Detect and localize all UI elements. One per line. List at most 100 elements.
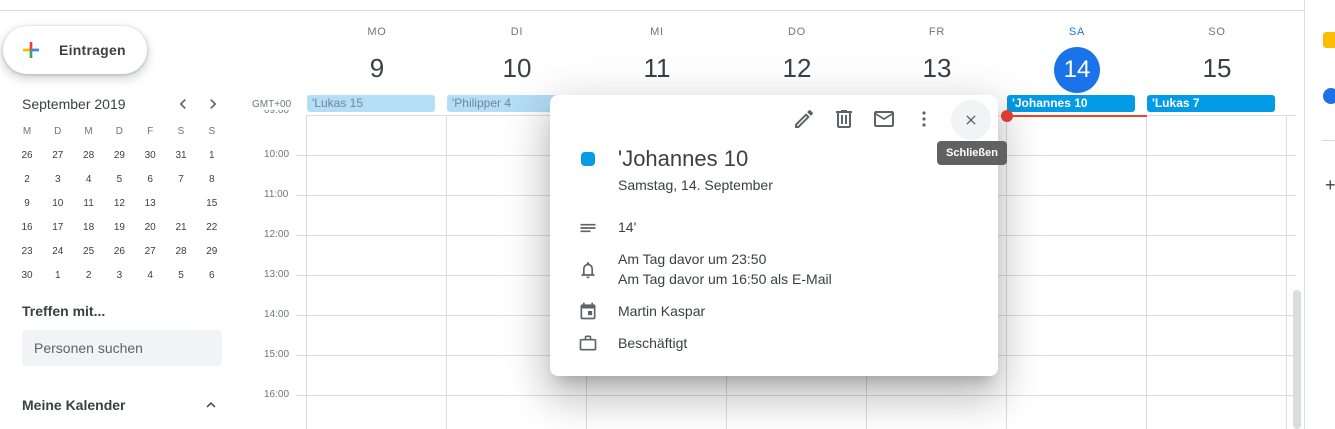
day-header-fr[interactable]: FR 13 (867, 26, 1007, 90)
mini-calendar-day[interactable]: 30 (135, 144, 165, 168)
mini-calendar-day[interactable]: 7 (166, 168, 196, 192)
email-envelope-icon[interactable] (872, 107, 896, 131)
edit-pencil-icon[interactable] (792, 107, 816, 131)
top-divider (0, 10, 1305, 11)
day-name: DO (787, 26, 807, 38)
availability-status: Beschäftigt (618, 335, 688, 351)
event-detail-card: 'Johannes 10 Samstag, 14. September 14' … (550, 95, 998, 376)
mini-calendar-day[interactable]: 11 (74, 192, 104, 216)
calendar-owner: Martin Kaspar (618, 303, 706, 319)
day-column-divider (1286, 115, 1287, 429)
day-header-sa[interactable]: SA 14 (1007, 26, 1147, 93)
day-number[interactable]: 10 (503, 53, 532, 83)
mini-calendar-day[interactable]: 16 (12, 216, 42, 240)
mini-calendar-day[interactable]: 21 (166, 216, 196, 240)
day-name: FR (928, 26, 946, 38)
hour-label: 14:00 (264, 309, 290, 320)
mini-calendar-day[interactable]: 5 (104, 168, 134, 192)
mini-calendar-day[interactable]: 2 (74, 264, 104, 288)
mini-calendar-day[interactable]: 3 (104, 264, 134, 288)
prev-month-icon[interactable] (173, 94, 193, 114)
hour-label: 12:00 (264, 229, 290, 240)
mini-calendar-day[interactable]: 19 (104, 216, 134, 240)
mini-calendar-day[interactable]: 25 (74, 240, 104, 264)
mini-calendar-day[interactable]: 6 (135, 168, 165, 192)
mini-calendar-day[interactable]: 20 (135, 216, 165, 240)
mini-calendar-day[interactable]: 17 (43, 216, 73, 240)
meet-with-title: Treffen mit... (22, 303, 106, 319)
chevron-up-icon[interactable] (202, 396, 220, 414)
mini-calendar-day[interactable]: 30 (12, 264, 42, 288)
day-number[interactable]: 13 (923, 53, 952, 83)
description-lines-icon (580, 223, 596, 233)
day-header-mo[interactable]: MO 9 (307, 26, 447, 90)
mini-calendar-day[interactable]: 24 (43, 240, 73, 264)
day-number[interactable]: 12 (783, 53, 812, 83)
mini-calendar-day[interactable]: 4 (74, 168, 104, 192)
day-number[interactable]: 14 (1054, 47, 1100, 93)
current-time-dot (1001, 110, 1013, 122)
mini-calendar-day[interactable]: 31 (166, 144, 196, 168)
day-header-di[interactable]: DI 10 (447, 26, 587, 90)
day-number[interactable]: 9 (370, 53, 384, 83)
mini-calendar-day[interactable]: 22 (197, 216, 227, 240)
mini-calendar-day[interactable]: 3 (43, 168, 73, 192)
hour-gridline (296, 395, 1296, 396)
day-number[interactable]: 11 (644, 53, 671, 83)
mini-calendar-day[interactable]: 5 (166, 264, 196, 288)
day-name: MO (367, 26, 387, 38)
delete-trash-icon[interactable] (832, 107, 856, 131)
reminder-2: Am Tag davor um 16:50 als E-Mail (618, 271, 832, 287)
close-tooltip: Schließen (937, 141, 1007, 165)
bell-icon (581, 262, 595, 279)
mini-calendar-weekday: F (147, 126, 154, 137)
allday-event-chip[interactable]: 'Johannes 10 (1007, 95, 1135, 112)
day-name: DI (510, 26, 524, 38)
mini-calendar-day[interactable]: 27 (43, 144, 73, 168)
mini-calendar-day[interactable]: 14 (166, 192, 196, 216)
mini-calendar-day[interactable]: 6 (197, 264, 227, 288)
mini-calendar-day[interactable]: 10 (43, 192, 73, 216)
more-options-icon[interactable] (912, 107, 936, 131)
day-header-mi[interactable]: MI 11 (587, 26, 727, 90)
mini-calendar-day[interactable]: 1 (197, 144, 227, 168)
mini-calendar-day[interactable]: 28 (166, 240, 196, 264)
close-button[interactable] (951, 100, 991, 140)
next-month-icon[interactable] (203, 94, 223, 114)
day-header-so[interactable]: SO 15 (1147, 26, 1287, 90)
mini-calendar-day[interactable]: 2 (12, 168, 42, 192)
add-addon-icon[interactable]: + (1325, 175, 1335, 196)
scrollbar[interactable] (1293, 290, 1301, 429)
allday-event-chip[interactable]: 'Lukas 7 (1147, 95, 1275, 112)
mini-calendar-day[interactable]: 9 (12, 192, 42, 216)
hour-label: 16:00 (264, 389, 290, 400)
mini-calendar-day[interactable]: 29 (197, 240, 227, 264)
day-name: SO (1208, 26, 1226, 38)
mini-calendar-day[interactable]: 18 (74, 216, 104, 240)
allday-event-chip[interactable]: 'Lukas 15 (307, 95, 435, 112)
mini-calendar-day[interactable]: 4 (135, 264, 165, 288)
tasks-icon[interactable] (1323, 88, 1335, 104)
keep-icon[interactable] (1323, 32, 1335, 48)
people-search-input[interactable] (22, 330, 222, 366)
mini-calendar-day[interactable]: 12 (104, 192, 134, 216)
mini-calendar-day[interactable]: 29 (104, 144, 134, 168)
mini-calendar-day[interactable]: 23 (12, 240, 42, 264)
briefcase-icon (579, 335, 597, 351)
event-date: Samstag, 14. September (618, 177, 773, 193)
mini-calendar-day[interactable]: 26 (104, 240, 134, 264)
mini-calendar-day[interactable]: 28 (74, 144, 104, 168)
create-event-button[interactable]: Eintragen (3, 26, 147, 74)
mini-calendar-day[interactable]: 15 (197, 192, 227, 216)
my-calendars-label[interactable]: Meine Kalender (22, 397, 125, 413)
mini-calendar-day[interactable]: 1 (43, 264, 73, 288)
mini-calendar-day[interactable]: 27 (135, 240, 165, 264)
mini-calendar-day[interactable]: 13 (135, 192, 165, 216)
day-number[interactable]: 15 (1203, 53, 1232, 83)
mini-calendar-day[interactable]: 26 (12, 144, 42, 168)
event-color-swatch (581, 152, 595, 166)
day-header-do[interactable]: DO 12 (727, 26, 867, 90)
plus-color-icon (23, 42, 39, 58)
mini-calendar-day[interactable]: 8 (197, 168, 227, 192)
mini-calendar-weekday: M (22, 126, 32, 137)
